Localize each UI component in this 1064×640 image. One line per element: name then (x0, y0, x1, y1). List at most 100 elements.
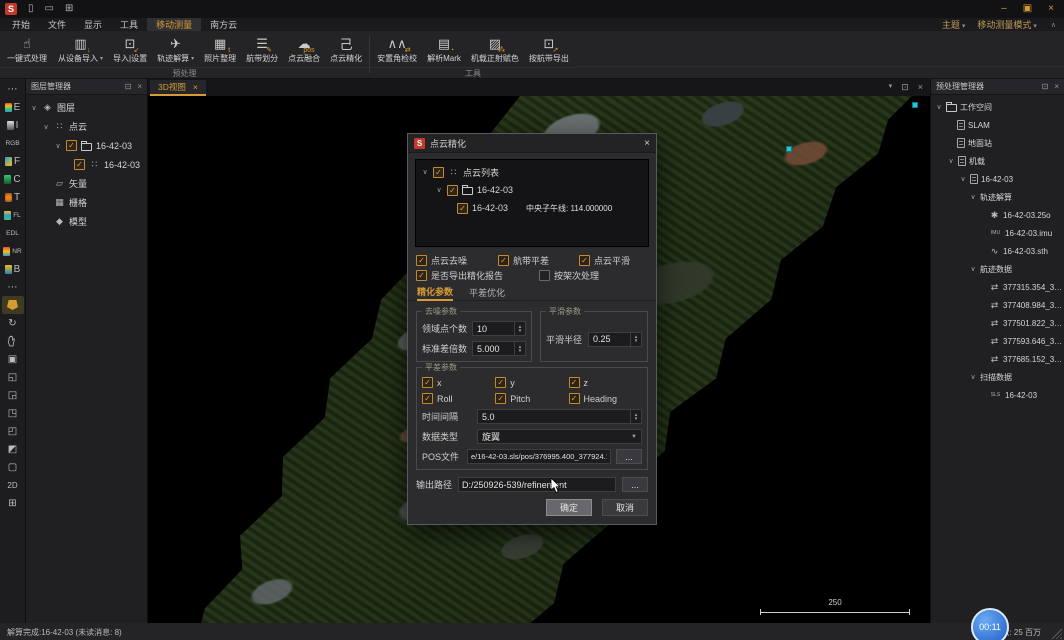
checkbox[interactable]: ✓ (495, 393, 506, 404)
edl-mode-button[interactable]: EDL (2, 224, 24, 242)
tree-item-dataset[interactable]: ∨ 16-42-03 (931, 170, 1064, 188)
collapse-ribbon-icon[interactable]: ∧ (1051, 21, 1056, 29)
close-panel-icon[interactable]: × (137, 82, 142, 91)
checkbox[interactable]: ✓ (498, 255, 509, 266)
neighbor-count-stepper[interactable]: 10 ▲▼ (472, 321, 526, 336)
tree-item-dataset[interactable]: ✓ 16-42-03 中央子午线: 114.000000 (416, 199, 648, 217)
output-path-input[interactable] (458, 477, 616, 492)
tree-item-track-file[interactable]: ⇄ 377315.354_377399... (931, 278, 1064, 296)
cancel-button[interactable]: 取消 (602, 499, 648, 516)
dock-icon[interactable]: ⊡ (1042, 82, 1049, 91)
option-strip-adjust[interactable]: ✓ 航带平差 (498, 254, 579, 267)
menu-tools[interactable]: 工具 (111, 18, 147, 31)
expander-icon[interactable]: ∨ (969, 265, 977, 273)
add-window-icon[interactable]: ⊞ (65, 4, 73, 14)
tree-item-vector[interactable]: ▱ 矢量 (26, 174, 147, 193)
dock-icon[interactable]: ⊡ (125, 82, 132, 91)
tree-item-layers[interactable]: ∨ ◈ 图层 (26, 98, 147, 117)
checkbox[interactable]: ✓ (447, 185, 458, 196)
boresight-calib-button[interactable]: ∧∧⇄ 安置角检校 (372, 31, 422, 67)
checkbox[interactable]: ✓ (433, 167, 444, 178)
minimize-button[interactable]: – (1001, 3, 1007, 14)
fl-mode-button[interactable]: FL (2, 206, 24, 224)
view-left-button[interactable]: ◳ (2, 404, 24, 422)
tree-item-sth-file[interactable]: ∿ 16-42-03.sth (931, 242, 1064, 260)
mode-dropdown[interactable]: 移动测量模式▾ (977, 18, 1037, 31)
check-z[interactable]: ✓z (569, 377, 642, 388)
import-from-device-button[interactable]: ▥↓ 从设备导入▾ (53, 31, 108, 67)
tree-item-track-file[interactable]: ⇄ 377593.646_377675... (931, 332, 1064, 350)
data-type-select[interactable]: 旋翼 ▼ (477, 429, 642, 444)
ok-button[interactable]: 确定 (546, 499, 592, 516)
spinner-arrows-icon[interactable]: ▲▼ (630, 333, 641, 346)
close-tab-icon[interactable]: × (193, 82, 198, 92)
dialog-titlebar[interactable]: S 点云精化 × (408, 134, 656, 153)
menu-south-cloud[interactable]: 南方云 (201, 18, 246, 31)
tree-item-raster[interactable]: ▦ 栅格 (26, 193, 147, 212)
ortho-colorize-button[interactable]: ▨⁂ 机载正射赋色 (466, 31, 524, 67)
expander-icon[interactable]: ∨ (947, 157, 955, 165)
checkbox[interactable]: ✓ (569, 393, 580, 404)
view-front-button[interactable]: ◱ (2, 368, 24, 386)
view-back-button[interactable]: ◲ (2, 386, 24, 404)
view-right-button[interactable]: ◰ (2, 422, 24, 440)
option-by-flight[interactable]: ✓ 按架次处理 (539, 269, 599, 282)
expander-icon[interactable]: ∨ (421, 168, 429, 176)
checkbox[interactable]: ✓ (416, 270, 427, 281)
b-mode-button[interactable]: B (2, 260, 24, 278)
tree-item-imu-file[interactable]: IMU 16-42-03.imu (931, 224, 1064, 242)
check-pitch[interactable]: ✓Pitch (495, 393, 568, 404)
check-x[interactable]: ✓x (422, 377, 495, 388)
check-heading[interactable]: ✓Heading (569, 393, 642, 404)
tree-item-track-file[interactable]: ⇄ 377685.152_377765... (931, 350, 1064, 368)
tab-refine-params[interactable]: 精化参数 (417, 285, 453, 301)
close-view-icon[interactable]: × (918, 82, 923, 93)
fill-bucket-button[interactable] (2, 296, 24, 314)
option-smooth[interactable]: ✓ 点云平滑 (579, 254, 630, 267)
photo-organize-button[interactable]: ▦t 照片整理 (199, 31, 241, 67)
export-by-strip-button[interactable]: ⊡↗ 按航带导出 (524, 31, 574, 67)
checkbox[interactable]: ✓ (422, 393, 433, 404)
time-mode-button[interactable]: T (2, 188, 24, 206)
pos-browse-button[interactable]: ... (616, 449, 642, 464)
output-browse-button[interactable]: ... (622, 477, 648, 492)
view-iso-button[interactable]: ◩ (2, 440, 24, 458)
checkbox[interactable]: ✓ (539, 270, 550, 281)
open-folder-icon[interactable]: ▭ (45, 4, 54, 14)
menu-mobile-survey[interactable]: 移动测量 (147, 18, 201, 31)
tree-item-pointcloud[interactable]: ∨ ∷ 点云 (26, 117, 147, 136)
elevation-mode-button[interactable]: E (2, 98, 24, 116)
check-roll[interactable]: ✓Roll (422, 393, 495, 404)
pointcloud-fusion-button[interactable]: ☁pos 点云融合 (283, 31, 325, 67)
tree-item-track-file[interactable]: ⇄ 377408.984_377491... (931, 296, 1064, 314)
view-2d-button[interactable]: 2D (2, 476, 24, 494)
smooth-radius-stepper[interactable]: 0.25 ▲▼ (588, 332, 642, 347)
new-file-icon[interactable]: ▯ (28, 4, 34, 14)
rgb-mode-button[interactable]: RGB (2, 134, 24, 152)
select-area-button[interactable]: ▢ (2, 458, 24, 476)
checkbox[interactable]: ✓ (416, 255, 427, 266)
spinner-arrows-icon[interactable]: ▲▼ (514, 322, 525, 335)
tree-item-slam[interactable]: SLAM (931, 116, 1064, 134)
close-button[interactable]: × (1048, 3, 1054, 14)
tab-adjust-optimize[interactable]: 平差优化 (469, 286, 505, 299)
tree-item-scan-file[interactable]: SLS 16-42-03 (931, 386, 1064, 404)
menu-start[interactable]: 开始 (3, 18, 39, 31)
trajectory-solve-button[interactable]: ✈ 轨迹解算▾ (152, 31, 199, 67)
checkbox[interactable]: ✓ (495, 377, 506, 388)
one-click-process-button[interactable]: ☝ 一键式处理 (2, 31, 52, 67)
expander-icon[interactable]: ∨ (959, 175, 967, 183)
checkbox[interactable]: ✓ (74, 159, 85, 170)
tab-3d-view[interactable]: 3D视图 × (150, 80, 206, 96)
tree-item-ground-station[interactable]: 地面站 (931, 134, 1064, 152)
classification-f-mode-button[interactable]: F (2, 152, 24, 170)
chevron-down-icon[interactable]: ▾ (889, 82, 893, 93)
check-y[interactable]: ✓y (495, 377, 568, 388)
menu-display[interactable]: 显示 (75, 18, 111, 31)
tree-item-gnss-file[interactable]: ✱ 16-42-03.25o (931, 206, 1064, 224)
checkbox[interactable]: ✓ (579, 255, 590, 266)
expander-icon[interactable]: ∨ (935, 103, 943, 111)
tree-item-track-file[interactable]: ⇄ 377501.822_377584... (931, 314, 1064, 332)
strip-split-button[interactable]: ☰✎ 航带划分 (241, 31, 283, 67)
tree-item-dataset-folder[interactable]: ∨ ✓ 16-42-03 (416, 181, 648, 199)
